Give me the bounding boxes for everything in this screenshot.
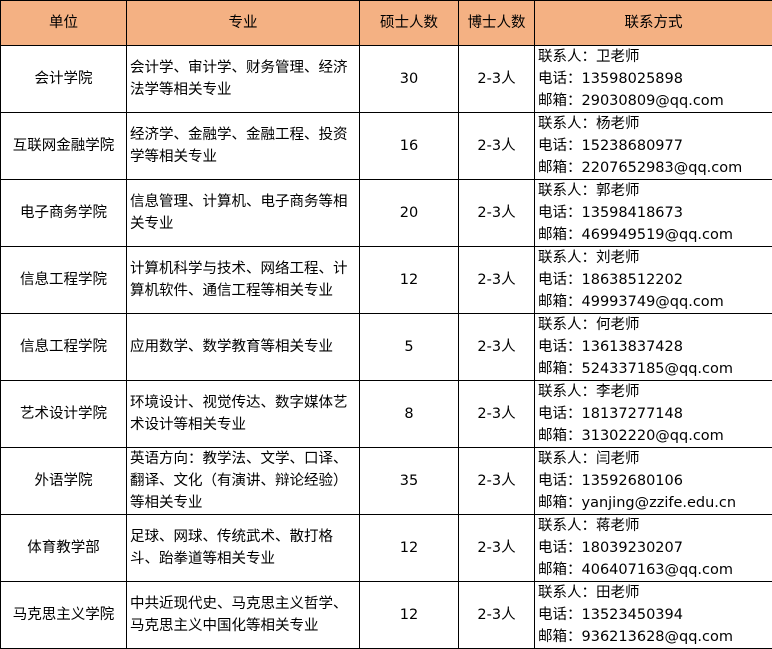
contact-person: 联系人：杨老师 [538,113,772,135]
contact-email: 邮箱：406407163@qq.com [538,559,772,581]
unit-cell: 电子商务学院 [1,180,127,247]
contact-phone: 电话：13598418673 [538,202,772,224]
contact-person: 联系人：郭老师 [538,180,772,202]
contact-person: 联系人：蒋老师 [538,515,772,537]
contact-email: 邮箱：yanjing@zzife.edu.cn [538,492,772,514]
contact-phone: 电话：13598025898 [538,68,772,90]
contact-phone: 电话：18039230207 [538,537,772,559]
contact-phone: 电话：13613837428 [538,336,772,358]
unit-cell: 体育教学部 [1,515,127,582]
header-masters: 硕士人数 [360,1,459,46]
contact-phone: 电话：15238680977 [538,135,772,157]
contact-phone: 电话：18137277148 [538,403,772,425]
header-unit: 单位 [1,1,127,46]
contact-person: 联系人：田老师 [538,582,772,604]
contact-cell: 联系人：刘老师电话：18638512202邮箱：49993749@qq.com [535,247,772,314]
phd-count-cell: 2-3人 [459,314,535,381]
table-row: 信息工程学院应用数学、数学教育等相关专业52-3人联系人：何老师电话：13613… [1,314,772,381]
table-row: 互联网金融学院经济学、金融学、金融工程、投资学等相关专业162-3人联系人：杨老… [1,113,772,180]
table-row: 马克思主义学院中共近现代史、马克思主义哲学、马克思主义中国化等相关专业122-3… [1,582,772,649]
masters-count-cell: 16 [360,113,459,180]
header-major: 专业 [127,1,360,46]
unit-cell: 外语学院 [1,448,127,515]
contact-cell: 联系人：李老师电话：18137277148邮箱：31302220@qq.com [535,381,772,448]
unit-cell: 会计学院 [1,46,127,113]
masters-count-cell: 8 [360,381,459,448]
major-cell: 应用数学、数学教育等相关专业 [127,314,360,381]
contact-email: 邮箱：2207652983@qq.com [538,157,772,179]
masters-count-cell: 20 [360,180,459,247]
contact-cell: 联系人：何老师电话：13613837428邮箱：524337185@qq.com [535,314,772,381]
masters-count-cell: 12 [360,515,459,582]
major-cell: 计算机科学与技术、网络工程、计算机软件、通信工程等相关专业 [127,247,360,314]
masters-count-cell: 35 [360,448,459,515]
header-row: 单位 专业 硕士人数 博士人数 联系方式 [1,1,772,46]
contact-cell: 联系人：郭老师电话：13598418673邮箱：469949519@qq.com [535,180,772,247]
masters-count-cell: 5 [360,314,459,381]
contact-email: 邮箱：49993749@qq.com [538,291,772,313]
major-cell: 足球、网球、传统武术、散打格斗、跆拳道等相关专业 [127,515,360,582]
table-row: 电子商务学院信息管理、计算机、电子商务等相关专业202-3人联系人：郭老师电话：… [1,180,772,247]
phd-count-cell: 2-3人 [459,247,535,314]
contact-phone: 电话：13592680106 [538,470,772,492]
masters-count-cell: 30 [360,46,459,113]
unit-cell: 信息工程学院 [1,314,127,381]
unit-cell: 互联网金融学院 [1,113,127,180]
phd-count-cell: 2-3人 [459,113,535,180]
contact-email: 邮箱：469949519@qq.com [538,224,772,246]
contact-person: 联系人：李老师 [538,381,772,403]
contact-cell: 联系人：田老师电话：13523450394邮箱：936213628@qq.com [535,582,772,649]
contact-cell: 联系人：闫老师电话：13592680106邮箱：yanjing@zzife.ed… [535,448,772,515]
contact-cell: 联系人：杨老师电话：15238680977邮箱：2207652983@qq.co… [535,113,772,180]
masters-count-cell: 12 [360,247,459,314]
major-cell: 信息管理、计算机、电子商务等相关专业 [127,180,360,247]
masters-count-cell: 12 [360,582,459,649]
table-row: 艺术设计学院环境设计、视觉传达、数字媒体艺术设计等相关专业82-3人联系人：李老… [1,381,772,448]
unit-cell: 艺术设计学院 [1,381,127,448]
contact-phone: 电话：13523450394 [538,604,772,626]
contact-cell: 联系人：卫老师电话：13598025898邮箱：29030809@qq.com [535,46,772,113]
contact-email: 邮箱：524337185@qq.com [538,358,772,380]
phd-count-cell: 2-3人 [459,582,535,649]
contact-cell: 联系人：蒋老师电话：18039230207邮箱：406407163@qq.com [535,515,772,582]
table-row: 体育教学部足球、网球、传统武术、散打格斗、跆拳道等相关专业122-3人联系人：蒋… [1,515,772,582]
unit-cell: 马克思主义学院 [1,582,127,649]
major-cell: 环境设计、视觉传达、数字媒体艺术设计等相关专业 [127,381,360,448]
table-row: 会计学院会计学、审计学、财务管理、经济法学等相关专业302-3人联系人：卫老师电… [1,46,772,113]
phd-count-cell: 2-3人 [459,180,535,247]
contact-person: 联系人：刘老师 [538,247,772,269]
major-cell: 经济学、金融学、金融工程、投资学等相关专业 [127,113,360,180]
unit-cell: 信息工程学院 [1,247,127,314]
header-phd: 博士人数 [459,1,535,46]
phd-count-cell: 2-3人 [459,46,535,113]
contact-person: 联系人：何老师 [538,314,772,336]
phd-count-cell: 2-3人 [459,381,535,448]
contact-email: 邮箱：29030809@qq.com [538,90,772,112]
phd-count-cell: 2-3人 [459,515,535,582]
table-row: 外语学院英语方向：教学法、文学、口译、翻译、文化（有演讲、辩论经验）等相关专业3… [1,448,772,515]
major-cell: 中共近现代史、马克思主义哲学、马克思主义中国化等相关专业 [127,582,360,649]
contact-person: 联系人：卫老师 [538,46,772,68]
major-cell: 会计学、审计学、财务管理、经济法学等相关专业 [127,46,360,113]
header-contact: 联系方式 [535,1,772,46]
contact-phone: 电话：18638512202 [538,269,772,291]
table-row: 信息工程学院计算机科学与技术、网络工程、计算机软件、通信工程等相关专业122-3… [1,247,772,314]
contact-person: 联系人：闫老师 [538,448,772,470]
phd-count-cell: 2-3人 [459,448,535,515]
recruitment-table: 单位 专业 硕士人数 博士人数 联系方式 会计学院会计学、审计学、财务管理、经济… [0,0,772,649]
contact-email: 邮箱：31302220@qq.com [538,425,772,447]
contact-email: 邮箱：936213628@qq.com [538,626,772,648]
major-cell: 英语方向：教学法、文学、口译、翻译、文化（有演讲、辩论经验）等相关专业 [127,448,360,515]
